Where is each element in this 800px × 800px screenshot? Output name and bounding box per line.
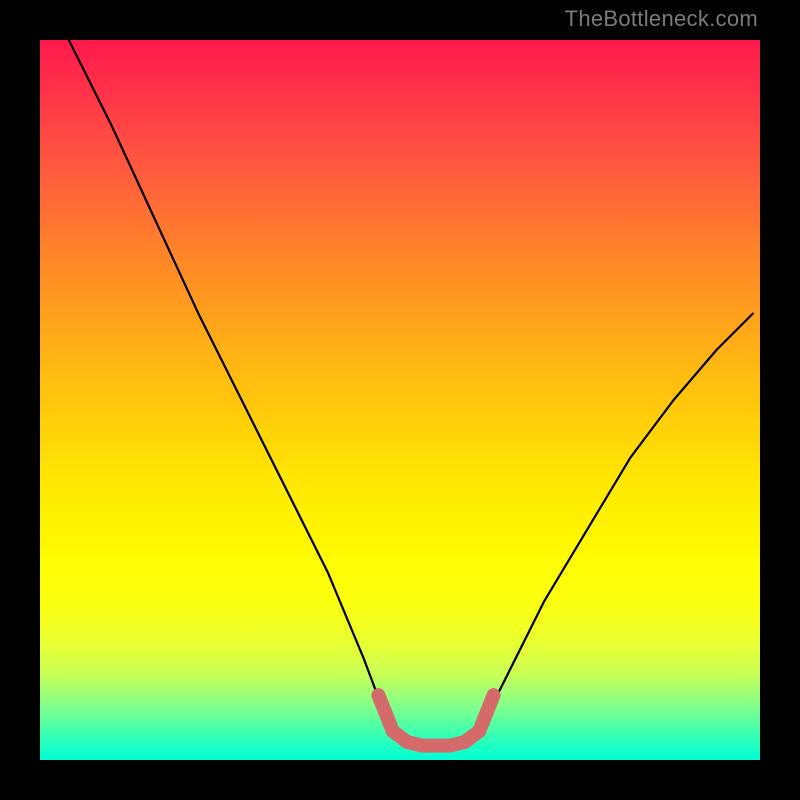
bottleneck-curve bbox=[69, 40, 753, 746]
chart-frame: TheBottleneck.com bbox=[0, 0, 800, 800]
highlight-segment bbox=[378, 695, 493, 745]
watermark-text: TheBottleneck.com bbox=[565, 6, 758, 32]
curve-svg bbox=[40, 40, 760, 760]
plot-area bbox=[40, 40, 760, 760]
